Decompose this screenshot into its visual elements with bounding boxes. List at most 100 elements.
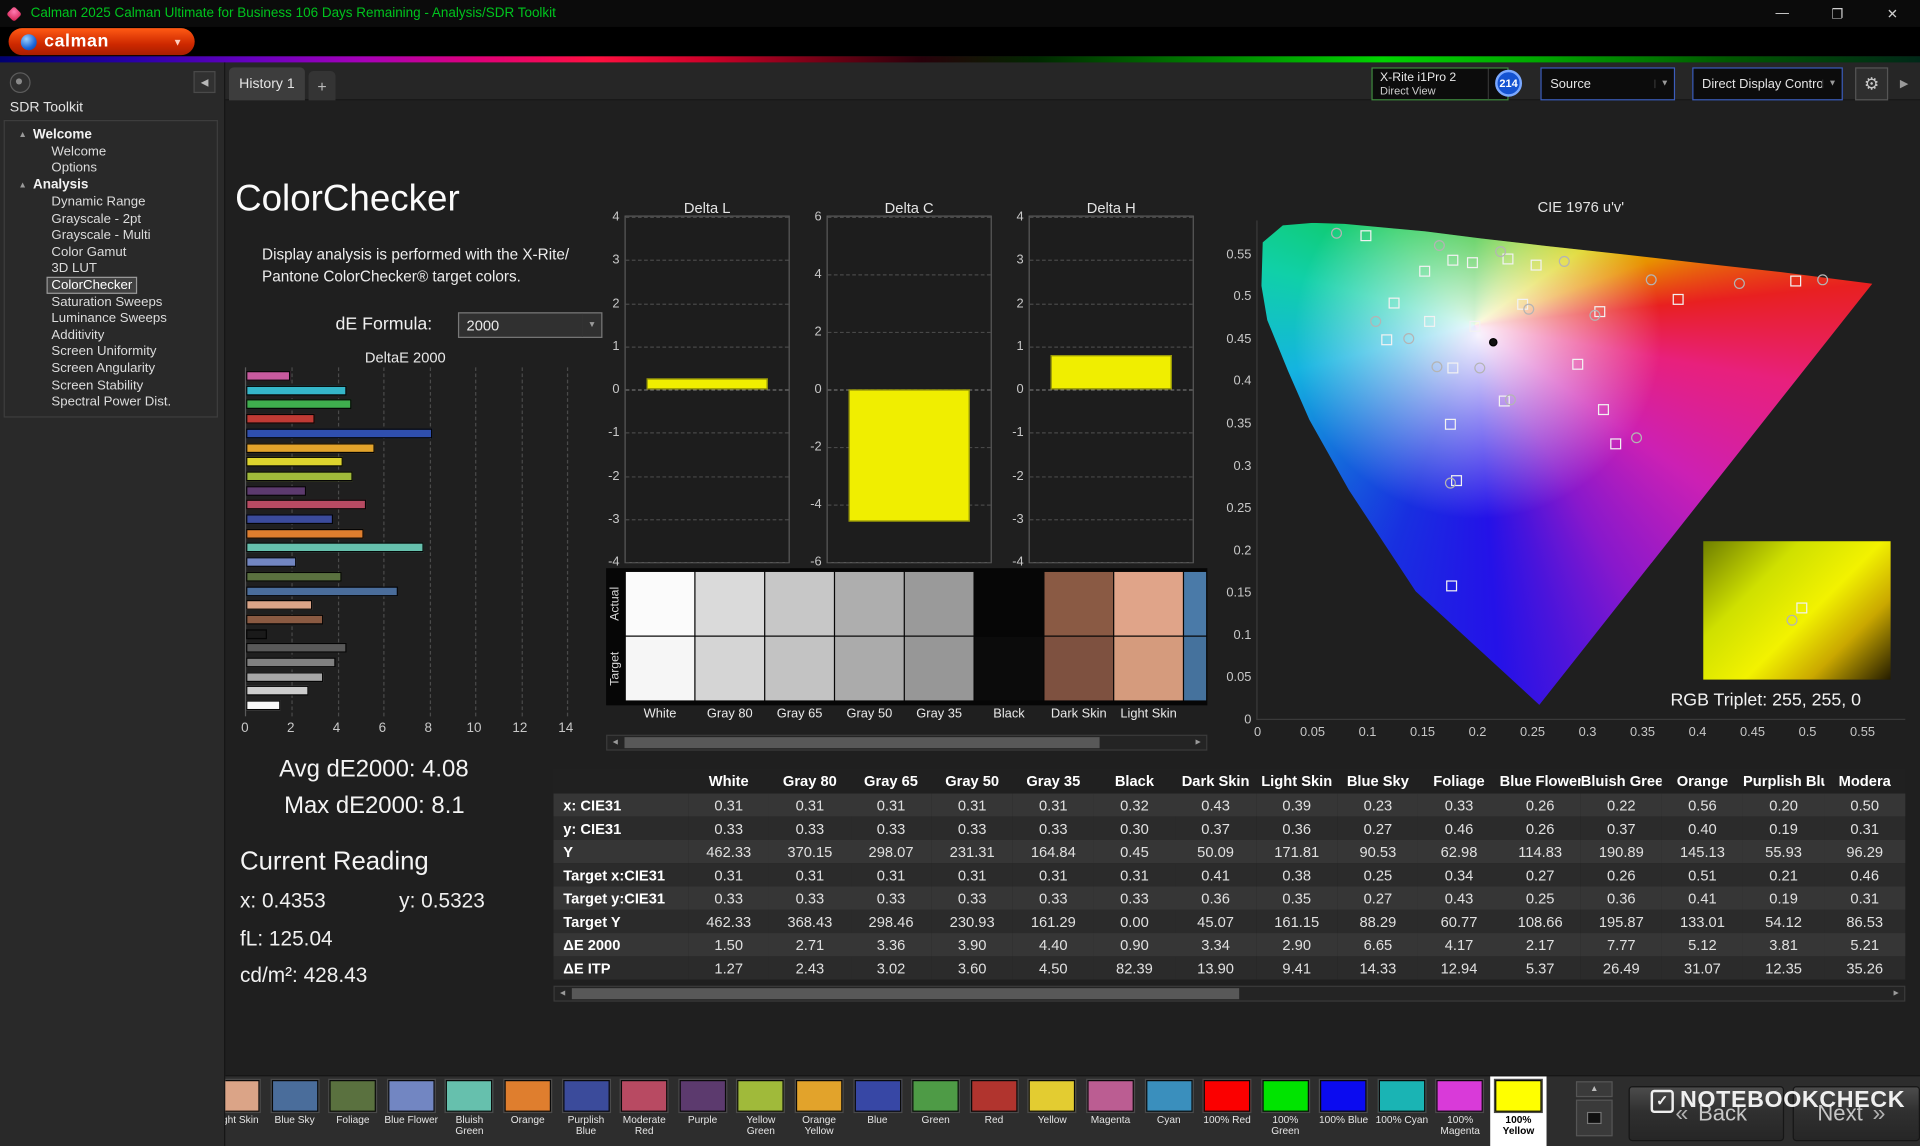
de-formula-dropdown[interactable]: 2000 ▼ <box>458 312 602 338</box>
tree-section-analysis[interactable]: ▲Analysis <box>5 177 217 194</box>
patch-window-button[interactable] <box>1576 1100 1613 1137</box>
y-axis-tick-label: 0.05 <box>1212 670 1251 685</box>
table-scrollbar[interactable]: ◄ ► <box>553 986 1905 1002</box>
sidebar-item-saturation-sweeps[interactable]: Saturation Sweeps <box>5 294 217 311</box>
y-axis-tick-label: 0.2 <box>1212 543 1251 558</box>
sidebar-item-grayscale-multi[interactable]: Grayscale - Multi <box>5 227 217 244</box>
deltae-bar-green <box>246 400 351 410</box>
swatch-color <box>854 1080 901 1112</box>
target-row-label: Target <box>609 638 625 699</box>
title-bar: Calman 2025 Calman Ultimate for Business… <box>0 0 1920 27</box>
patch-select-button-100-cyan[interactable]: 100% Cyan <box>1374 1076 1430 1146</box>
home-button[interactable] <box>10 72 31 93</box>
scroll-right-arrow[interactable]: ► <box>1888 987 1904 1000</box>
source-dropdown[interactable]: Source ▼ <box>1540 67 1675 100</box>
patch-select-button-light-skin[interactable]: Light Skin <box>225 1076 264 1146</box>
scroll-right-arrow[interactable]: ► <box>1190 736 1206 749</box>
patch-target-swatch <box>905 637 974 701</box>
gridline <box>626 433 789 434</box>
sidebar-item-luminance-sweeps[interactable]: Luminance Sweeps <box>5 310 217 327</box>
patch-actual-swatch <box>1184 572 1206 636</box>
scrollbar-thumb[interactable] <box>572 988 1239 999</box>
sidebar-item-3d-lut[interactable]: 3D LUT <box>5 260 217 277</box>
patch-select-button-blue-sky[interactable]: Blue Sky <box>266 1076 322 1146</box>
settings-gear-button[interactable]: ⚙ <box>1855 67 1888 100</box>
patch-select-button-magenta[interactable]: Magenta <box>1082 1076 1138 1146</box>
x-axis-tick-label: 0.2 <box>1457 725 1499 740</box>
patch-select-button-100-green[interactable]: 100% Green <box>1257 1076 1313 1146</box>
cie-target-marker <box>1467 257 1478 268</box>
patch-select-button-purplish-blue[interactable]: Purplish Blue <box>558 1076 614 1146</box>
close-button[interactable]: ✕ <box>1865 0 1920 27</box>
x-axis-tick-label: 0.35 <box>1622 725 1664 740</box>
sidebar-collapse-button[interactable]: ◀ <box>193 71 215 93</box>
scrollbar-thumb[interactable] <box>624 737 1099 748</box>
right-panel-toggle-button[interactable]: ▶ <box>1893 67 1915 100</box>
patch-select-button-blue-flower[interactable]: Blue Flower <box>383 1076 439 1146</box>
scroll-left-arrow[interactable]: ◄ <box>607 736 623 749</box>
patch-select-button-moderate-red[interactable]: Moderate Red <box>616 1076 672 1146</box>
patch-select-button-cyan[interactable]: Cyan <box>1141 1076 1197 1146</box>
deltae-bar-gray-80 <box>246 686 308 696</box>
gridline <box>626 346 789 347</box>
patch-select-button-yellow-green[interactable]: Yellow Green <box>733 1076 789 1146</box>
patch-strip-scrollbar[interactable]: ◄ ► <box>606 735 1207 751</box>
patch-select-button-red[interactable]: Red <box>966 1076 1022 1146</box>
sidebar-item-screen-stability[interactable]: Screen Stability <box>5 377 217 394</box>
tree-section-welcome[interactable]: ▲Welcome <box>5 126 217 143</box>
display-control-dropdown[interactable]: Direct Display Control ▼ <box>1692 67 1843 100</box>
table-cell: 298.46 <box>850 910 931 933</box>
scroll-left-arrow[interactable]: ◄ <box>555 987 571 1000</box>
collapse-patch-bar-button[interactable]: ▲ <box>1576 1081 1613 1097</box>
sidebar-item-dynamic-range[interactable]: Dynamic Range <box>5 194 217 211</box>
maximize-button[interactable]: ❐ <box>1810 0 1865 27</box>
sidebar-item-welcome[interactable]: Welcome <box>5 143 217 160</box>
delta-c-chart: 6420-2-4-6 <box>827 216 992 564</box>
x-axis-tick-label: 0.1 <box>1347 725 1389 740</box>
table-row-y-cie31: y: CIE310.330.330.330.330.330.300.370.36… <box>553 817 1905 840</box>
sidebar-item-spectral-power-dist[interactable]: Spectral Power Dist. <box>5 393 217 410</box>
minimize-button[interactable]: — <box>1755 0 1810 27</box>
deltae-bar-blue-sky <box>246 586 398 596</box>
sidebar-item-grayscale-2pt[interactable]: Grayscale - 2pt <box>5 210 217 227</box>
table-cell: 0.33 <box>1094 887 1175 910</box>
patch-select-button-yellow[interactable]: Yellow <box>1024 1076 1080 1146</box>
patch-target-swatch <box>835 637 904 701</box>
sidebar-item-screen-angularity[interactable]: Screen Angularity <box>5 360 217 377</box>
sidebar-item-color-gamut[interactable]: Color Gamut <box>5 244 217 261</box>
sidebar-item-screen-uniformity[interactable]: Screen Uniformity <box>5 344 217 361</box>
table-cell: 0.32 <box>1094 793 1175 816</box>
patch-select-button-bluish-green[interactable]: Bluish Green <box>441 1076 497 1146</box>
tab-history-1[interactable]: History 1 <box>229 67 305 100</box>
gridline <box>626 217 789 218</box>
sidebar-item-additivity[interactable]: Additivity <box>5 327 217 344</box>
patch-select-button-100-blue[interactable]: 100% Blue <box>1315 1076 1371 1146</box>
patch-select-button-green[interactable]: Green <box>907 1076 963 1146</box>
cie-target-marker <box>1360 230 1371 241</box>
y-axis-tick-label: 1 <box>588 339 620 354</box>
patch-select-button-purple[interactable]: Purple <box>674 1076 730 1146</box>
add-tab-button[interactable]: + <box>309 71 336 100</box>
gridline <box>1030 217 1193 218</box>
patch-select-button-100-yellow[interactable]: 100% Yellow <box>1490 1076 1546 1146</box>
cie-target-marker <box>1610 438 1621 449</box>
patch-select-button-100-red[interactable]: 100% Red <box>1199 1076 1255 1146</box>
sidebar-item-label: Screen Stability <box>48 378 147 393</box>
table-cell: 2.71 <box>769 933 850 956</box>
sidebar-item-options[interactable]: Options <box>5 160 217 177</box>
sidebar-item-colorchecker[interactable]: ColorChecker <box>5 277 217 294</box>
patch-select-button-blue[interactable]: Blue <box>849 1076 905 1146</box>
deltae-bar-yellow <box>246 457 342 467</box>
patch-select-button-foliage[interactable]: Foliage <box>325 1076 381 1146</box>
patch-select-button-orange[interactable]: Orange <box>500 1076 556 1146</box>
deltae-bar-moderate-red <box>246 500 365 510</box>
meter-dropdown[interactable]: X-Rite i1Pro 2 Direct View ▼ <box>1371 67 1508 100</box>
patch-select-button-orange-yellow[interactable]: Orange Yellow <box>791 1076 847 1146</box>
table-cell: 0.25 <box>1500 887 1581 910</box>
patch-select-button-100-magenta[interactable]: 100% Magenta <box>1432 1076 1488 1146</box>
swatch-color <box>912 1080 959 1112</box>
calman-menu-button[interactable]: calman ▼ <box>9 28 195 55</box>
meter-reading-badge[interactable]: 214 <box>1495 70 1522 97</box>
patch-label: White <box>626 707 695 722</box>
swatch-label: 100% Blue <box>1315 1114 1371 1125</box>
